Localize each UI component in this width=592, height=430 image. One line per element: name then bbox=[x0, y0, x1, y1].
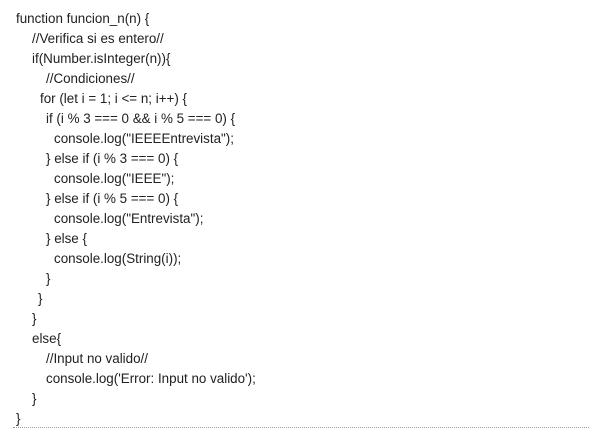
code-line: console.log(String(i)); bbox=[54, 251, 182, 266]
code-line: } else if (i % 3 === 0) { bbox=[46, 151, 179, 166]
code-line: } bbox=[32, 311, 37, 326]
code-line: if(Number.isInteger(n)){ bbox=[32, 51, 171, 66]
code-line: for (let i = 1; i <= n; i++) { bbox=[40, 91, 188, 106]
code-block: function funcion_n(n) { //Verifica si es … bbox=[0, 0, 592, 430]
code-line: console.log("IEEEEntrevista"); bbox=[54, 131, 234, 146]
code-line: } bbox=[46, 271, 51, 286]
code-line: } bbox=[16, 411, 21, 426]
code-line: function funcion_n(n) { bbox=[16, 11, 150, 26]
code-line: } bbox=[38, 291, 43, 306]
code-line: console.log("IEEE"); bbox=[54, 171, 175, 186]
code-line: //Verifica si es entero// bbox=[32, 31, 164, 46]
code-line: console.log("Entrevista"); bbox=[54, 211, 204, 226]
code-line: console.log('Error: Input no valido'); bbox=[46, 371, 256, 386]
code-line: } bbox=[32, 391, 37, 406]
code-line: //Condiciones// bbox=[46, 71, 135, 86]
dotted-divider bbox=[13, 427, 589, 428]
code-line: //Input no valido// bbox=[46, 351, 148, 366]
code-line: } else if (i % 5 === 0) { bbox=[46, 191, 179, 206]
code-line: else{ bbox=[32, 331, 62, 346]
code-line: } else { bbox=[46, 231, 87, 246]
code-line: if (i % 3 === 0 && i % 5 === 0) { bbox=[46, 111, 236, 126]
